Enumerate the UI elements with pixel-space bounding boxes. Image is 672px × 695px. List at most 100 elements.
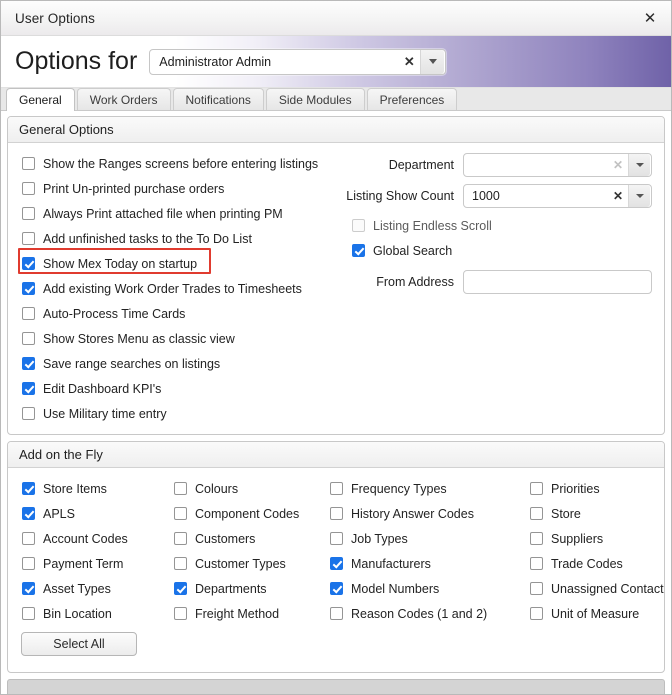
checkbox-manufacturers[interactable] xyxy=(330,557,343,570)
checkbox-departments[interactable] xyxy=(174,582,187,595)
checkbox-print-un-printed-purchase-orders[interactable] xyxy=(22,182,35,195)
tab-work-orders[interactable]: Work Orders xyxy=(76,88,171,110)
checkbox-use-military-time-entry[interactable] xyxy=(22,407,35,420)
checkbox-row-asset-types[interactable]: Asset Types xyxy=(22,576,174,601)
checkbox-row-reason-codes-1-and-2[interactable]: Reason Codes (1 and 2) xyxy=(330,601,530,626)
checkbox-row-add-unfinished-tasks-to-the-to-do-list[interactable]: Add unfinished tasks to the To Do List xyxy=(22,226,341,251)
checkbox-row-save-range-searches-on-listings[interactable]: Save range searches on listings xyxy=(22,351,341,376)
checkbox-row-show-the-ranges-screens-before-entering-listings[interactable]: Show the Ranges screens before entering … xyxy=(22,151,341,176)
checkbox-row-priorities[interactable]: Priorities xyxy=(530,476,664,501)
checkbox-label: History Answer Codes xyxy=(351,506,474,521)
checkbox-row-history-answer-codes[interactable]: History Answer Codes xyxy=(330,501,530,526)
field-label: Listing Show Count xyxy=(346,188,454,203)
checkbox-colours[interactable] xyxy=(174,482,187,495)
checkbox-row-model-numbers[interactable]: Model Numbers xyxy=(330,576,530,601)
chevron-down-icon[interactable] xyxy=(628,184,650,207)
checkbox-row-customers[interactable]: Customers xyxy=(174,526,330,551)
checkbox-row-manufacturers[interactable]: Manufacturers xyxy=(330,551,530,576)
checkbox-row-frequency-types[interactable]: Frequency Types xyxy=(330,476,530,501)
checkbox-row-customer-types[interactable]: Customer Types xyxy=(174,551,330,576)
checkbox-listing-endless-scroll[interactable] xyxy=(352,219,365,232)
checkbox-row-suppliers[interactable]: Suppliers xyxy=(530,526,664,551)
checkbox-row-job-types[interactable]: Job Types xyxy=(330,526,530,551)
checkbox-customer-types[interactable] xyxy=(174,557,187,570)
checkbox-payment-term[interactable] xyxy=(22,557,35,570)
checkbox-reason-codes-1-and-2[interactable] xyxy=(330,607,343,620)
tab-notifications[interactable]: Notifications xyxy=(172,88,264,110)
select-all-button[interactable]: Select All xyxy=(21,632,137,656)
tab-preferences[interactable]: Preferences xyxy=(366,88,458,110)
checkbox-row-auto-process-time-cards[interactable]: Auto-Process Time Cards xyxy=(22,301,341,326)
checkbox-row-show-mex-today-on-startup[interactable]: Show Mex Today on startup xyxy=(18,248,341,276)
chevron-down-icon[interactable] xyxy=(420,49,445,74)
checkbox-global-search[interactable] xyxy=(352,244,365,257)
checkbox-suppliers[interactable] xyxy=(530,532,543,545)
checkbox-row-apls[interactable]: APLS xyxy=(22,501,174,526)
checkbox-job-types[interactable] xyxy=(330,532,343,545)
checkbox-row-global-search[interactable]: Global Search xyxy=(341,238,652,263)
checkbox-always-print-attached-file-when-printing-pm[interactable] xyxy=(22,207,35,220)
checkbox-row-component-codes[interactable]: Component Codes xyxy=(174,501,330,526)
clear-x-icon[interactable]: ✕ xyxy=(398,50,420,74)
chevron-down-icon[interactable] xyxy=(628,153,650,176)
checkbox-model-numbers[interactable] xyxy=(330,582,343,595)
checkbox-store-items[interactable] xyxy=(22,482,35,495)
checkbox-store[interactable] xyxy=(530,507,543,520)
checkbox-row-always-print-attached-file-when-printing-pm[interactable]: Always Print attached file when printing… xyxy=(22,201,341,226)
checkbox-row-account-codes[interactable]: Account Codes xyxy=(22,526,174,551)
checkbox-component-codes[interactable] xyxy=(174,507,187,520)
checkbox-show-mex-today-on-startup[interactable] xyxy=(22,257,35,270)
checkbox-history-answer-codes[interactable] xyxy=(330,507,343,520)
checkbox-unassigned-contacts[interactable] xyxy=(530,582,543,595)
checkbox-trade-codes[interactable] xyxy=(530,557,543,570)
checkbox-row-colours[interactable]: Colours xyxy=(174,476,330,501)
checkbox-label: Print Un-printed purchase orders xyxy=(43,181,225,196)
checkbox-show-stores-menu-as-classic-view[interactable] xyxy=(22,332,35,345)
checkbox-row-add-existing-work-order-trades-to-timesheets[interactable]: Add existing Work Order Trades to Timesh… xyxy=(22,276,341,301)
checkbox-row-use-military-time-entry[interactable]: Use Military time entry xyxy=(22,401,341,426)
checkbox-row-edit-dashboard-kpi-s[interactable]: Edit Dashboard KPI's xyxy=(22,376,341,401)
checkbox-priorities[interactable] xyxy=(530,482,543,495)
checkbox-row-show-stores-menu-as-classic-view[interactable]: Show Stores Menu as classic view xyxy=(22,326,341,351)
checkbox-unit-of-measure[interactable] xyxy=(530,607,543,620)
checkbox-save-range-searches-on-listings[interactable] xyxy=(22,357,35,370)
checkbox-row-payment-term[interactable]: Payment Term xyxy=(22,551,174,576)
checkbox-label: Colours xyxy=(195,481,239,496)
combo-listing-show-count[interactable]: 1000 ✕ xyxy=(463,183,652,208)
clear-x-icon[interactable]: ✕ xyxy=(608,185,628,207)
checkbox-row-bin-location[interactable]: Bin Location xyxy=(22,601,174,626)
checkbox-edit-dashboard-kpi-s[interactable] xyxy=(22,382,35,395)
close-icon[interactable]: ✕ xyxy=(637,5,663,31)
checkbox-add-unfinished-tasks-to-the-to-do-list[interactable] xyxy=(22,232,35,245)
user-select-value: Administrator Admin xyxy=(159,54,272,69)
checkbox-account-codes[interactable] xyxy=(22,532,35,545)
checkbox-row-store[interactable]: Store xyxy=(530,501,664,526)
from-address-input[interactable] xyxy=(463,269,652,294)
clear-x-icon[interactable]: ✕ xyxy=(608,154,628,176)
checkbox-row-freight-method[interactable]: Freight Method xyxy=(174,601,330,626)
checkbox-frequency-types[interactable] xyxy=(330,482,343,495)
checkbox-apls[interactable] xyxy=(22,507,35,520)
checkbox-row-departments[interactable]: Departments xyxy=(174,576,330,601)
checkbox-asset-types[interactable] xyxy=(22,582,35,595)
tab-general[interactable]: General xyxy=(6,88,75,111)
checkbox-add-existing-work-order-trades-to-timesheets[interactable] xyxy=(22,282,35,295)
checkbox-row-print-un-printed-purchase-orders[interactable]: Print Un-printed purchase orders xyxy=(22,176,341,201)
checkbox-label: APLS xyxy=(43,506,75,521)
combo-department[interactable]: ✕ xyxy=(463,152,652,177)
checkbox-customers[interactable] xyxy=(174,532,187,545)
checkbox-show-the-ranges-screens-before-entering-listings[interactable] xyxy=(22,157,35,170)
checkbox-row-unassigned-contacts[interactable]: Unassigned Contacts xyxy=(530,576,664,601)
checkbox-freight-method[interactable] xyxy=(174,607,187,620)
user-select-combo[interactable]: Administrator Admin ✕ xyxy=(149,48,447,75)
tab-side-modules[interactable]: Side Modules xyxy=(265,88,365,110)
checkbox-row-trade-codes[interactable]: Trade Codes xyxy=(530,551,664,576)
checkbox-label: Listing Endless Scroll xyxy=(373,218,492,233)
select-all-wrap: Select All xyxy=(8,626,664,664)
checkbox-row-store-items[interactable]: Store Items xyxy=(22,476,174,501)
checkbox-auto-process-time-cards[interactable] xyxy=(22,307,35,320)
checkbox-row-unit-of-measure[interactable]: Unit of Measure xyxy=(530,601,664,626)
checkbox-bin-location[interactable] xyxy=(22,607,35,620)
checkbox-label: Job Types xyxy=(351,531,408,546)
checkbox-row-listing-endless-scroll[interactable]: Listing Endless Scroll xyxy=(341,213,652,238)
